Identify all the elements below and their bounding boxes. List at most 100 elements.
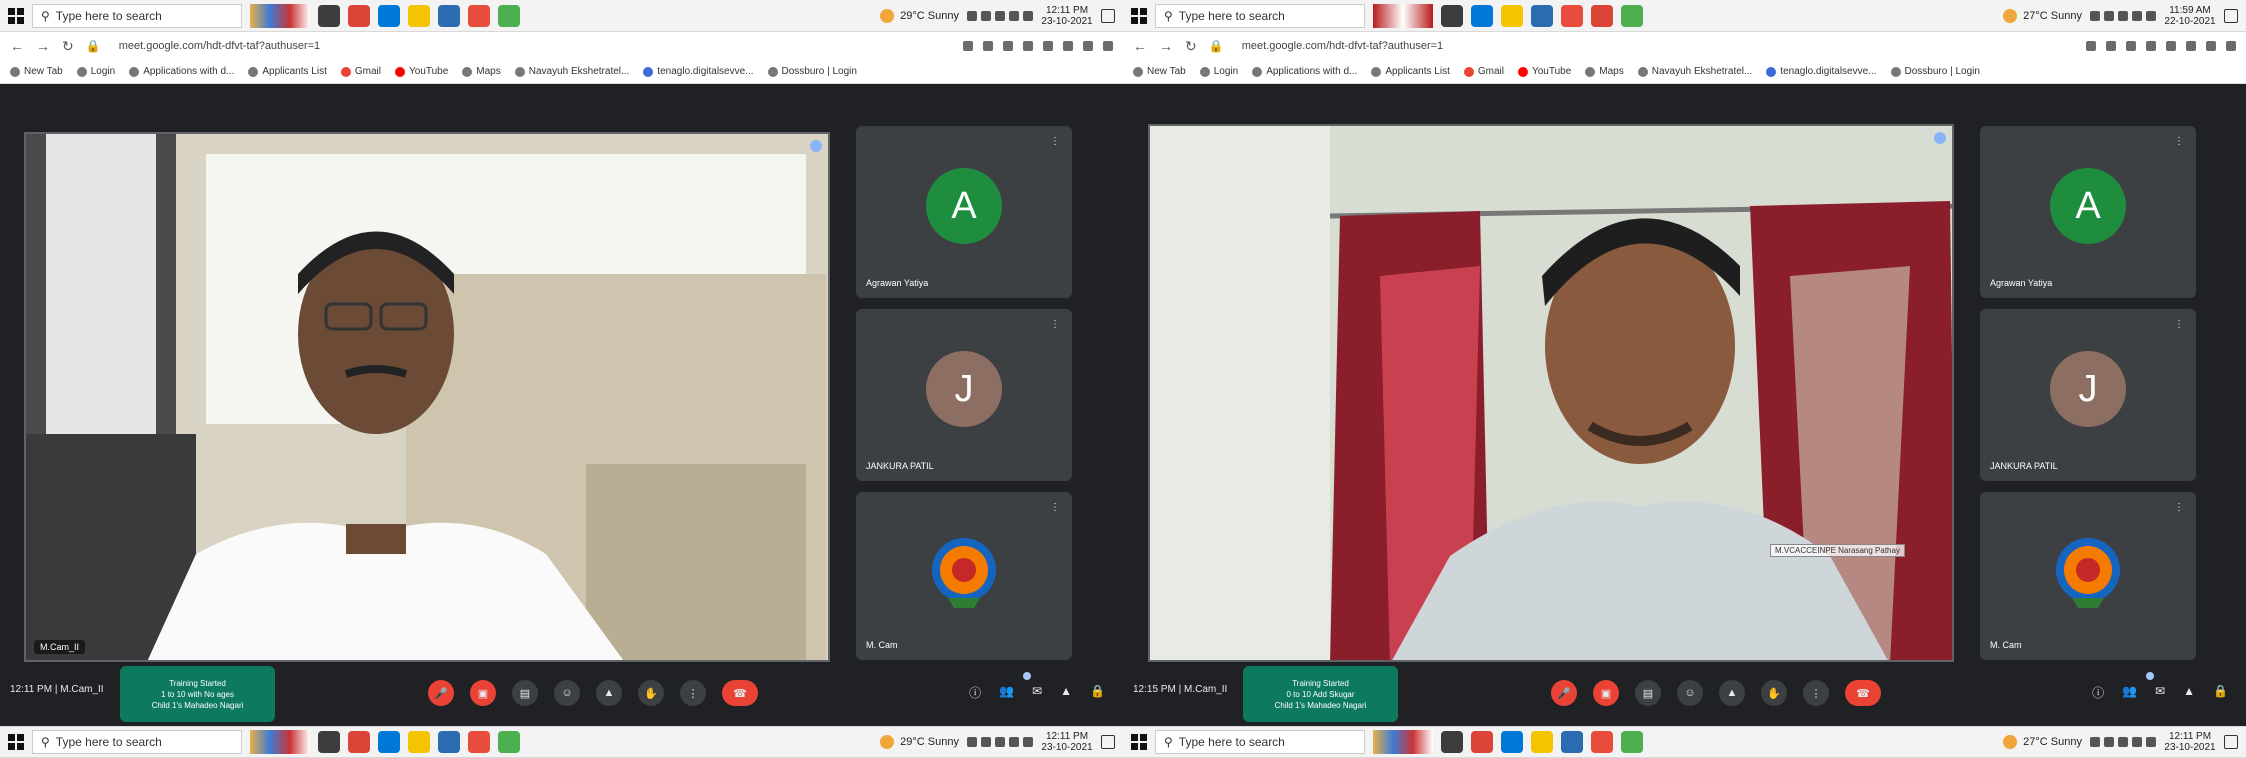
edge-icon[interactable] <box>1501 731 1523 753</box>
chrome-profile-icon[interactable] <box>498 731 520 753</box>
file-explorer-icon[interactable] <box>1531 731 1553 753</box>
edge-icon[interactable] <box>1471 4 1493 27</box>
forward-icon[interactable]: → <box>36 38 50 54</box>
bookmark-item[interactable]: Applications with d... <box>1252 66 1357 77</box>
bookmark-item[interactable]: Applications with d... <box>129 66 234 77</box>
raise-hand-button[interactable]: ✋ <box>1761 680 1787 706</box>
bookmark-item[interactable]: Applicants List <box>1371 66 1450 77</box>
windows-start-icon[interactable] <box>1131 734 1147 750</box>
activities-icon[interactable]: ▲ <box>2183 684 2195 701</box>
system-tray[interactable] <box>2090 737 2156 747</box>
chat-notification[interactable]: Training Started 0 to 10 Add Skugar Chil… <box>1243 666 1398 722</box>
notification-icon[interactable] <box>2224 735 2238 749</box>
bookmark-item[interactable]: tenaglo.digitalsevve... <box>1766 66 1877 77</box>
file-explorer-icon[interactable] <box>408 4 430 27</box>
clock[interactable]: 12:11 PM 23-10-2021 <box>1041 5 1093 27</box>
taskbar-search[interactable]: ⚲ Type here to search <box>1155 3 1365 28</box>
bookmark-item[interactable]: Navayuh Ekshetratel... <box>1637 66 1752 77</box>
more-options-icon[interactable]: ⋮ <box>2174 136 2184 147</box>
notification-icon[interactable] <box>1101 735 1115 749</box>
forward-icon[interactable]: → <box>1159 38 1173 54</box>
more-options-button[interactable]: ⋮ <box>680 680 706 706</box>
bookmark-item[interactable]: YouTube <box>1517 66 1571 77</box>
camera-off-button[interactable]: ▣ <box>1593 680 1619 706</box>
task-view-icon[interactable] <box>318 731 340 753</box>
extensions[interactable] <box>2086 41 2236 51</box>
chrome-icon[interactable] <box>1471 731 1493 753</box>
chrome-profile-icon[interactable] <box>1621 731 1643 753</box>
app-icon[interactable] <box>468 731 490 753</box>
windows-start-icon[interactable] <box>1131 7 1147 24</box>
more-options-icon[interactable]: ⋮ <box>1050 319 1060 330</box>
windows-start-icon[interactable] <box>8 734 24 750</box>
tile-options-icon[interactable] <box>810 140 822 152</box>
system-tray[interactable] <box>2090 10 2156 21</box>
store-icon[interactable] <box>438 731 460 753</box>
clock[interactable]: 12:11 PM 23-10-2021 <box>2164 731 2216 753</box>
reload-icon[interactable]: ↻ <box>1185 38 1197 55</box>
extensions[interactable] <box>963 41 1113 51</box>
edge-icon[interactable] <box>378 731 400 753</box>
bookmark-item[interactable]: Login <box>1199 66 1238 77</box>
people-icon[interactable]: 👥 <box>2122 684 2137 701</box>
app-icon[interactable] <box>1591 731 1613 753</box>
mic-off-button[interactable]: 🎤 <box>428 680 454 706</box>
more-options-icon[interactable]: ⋮ <box>1050 502 1060 513</box>
emoji-button[interactable]: ☺ <box>1677 680 1703 706</box>
chrome-icon[interactable] <box>348 731 370 753</box>
lock-icon[interactable]: 🔒 <box>2213 684 2228 701</box>
participant-tile[interactable]: ⋮ A Agrawan Yatiya <box>1980 126 2196 298</box>
present-button[interactable]: ▲ <box>1719 680 1745 706</box>
store-icon[interactable] <box>438 4 460 27</box>
emoji-button[interactable]: ☺ <box>554 680 580 706</box>
url-field[interactable]: meet.google.com/hdt-dfvt-taf?authuser=1 <box>1242 40 1443 52</box>
chrome-profile-icon[interactable] <box>1621 4 1643 27</box>
more-options-button[interactable]: ⋮ <box>1803 680 1829 706</box>
task-view-icon[interactable] <box>1441 731 1463 753</box>
bookmark-item[interactable]: YouTube <box>394 66 448 77</box>
bookmark-item[interactable]: New Tab <box>1133 66 1186 77</box>
windows-start-icon[interactable] <box>8 7 24 24</box>
chat-notification[interactable]: Training Started 1 to 10 with No ages Ch… <box>120 666 275 722</box>
system-tray[interactable] <box>967 10 1033 21</box>
url-field[interactable]: meet.google.com/hdt-dfvt-taf?authuser=1 <box>119 40 320 52</box>
mic-off-button[interactable]: 🎤 <box>1551 680 1577 706</box>
chrome-icon[interactable] <box>1591 4 1613 27</box>
back-icon[interactable]: ← <box>1133 38 1147 54</box>
file-explorer-icon[interactable] <box>1501 4 1523 27</box>
end-call-button[interactable]: ☎ <box>1845 680 1881 706</box>
clock[interactable]: 11:59 AM 22-10-2021 <box>2164 5 2216 27</box>
more-options-icon[interactable]: ⋮ <box>2174 319 2184 330</box>
chrome-icon[interactable] <box>348 4 370 27</box>
store-icon[interactable] <box>1561 731 1583 753</box>
edge-icon[interactable] <box>378 4 400 27</box>
chat-icon[interactable]: ✉ <box>2155 684 2165 701</box>
people-icon[interactable]: 👥 <box>999 684 1014 701</box>
bookmark-item[interactable]: Dossburo | Login <box>767 66 857 77</box>
more-options-icon[interactable]: ⋮ <box>2174 502 2184 513</box>
bookmark-item[interactable]: Applicants List <box>248 66 327 77</box>
participant-tile[interactable]: ⋮ M. Cam <box>856 492 1072 660</box>
task-view-icon[interactable] <box>318 4 340 27</box>
bookmark-item[interactable]: Gmail <box>340 66 381 77</box>
task-view-icon[interactable] <box>1441 4 1463 27</box>
bookmark-item[interactable]: Maps <box>1585 66 1624 77</box>
app-icon[interactable] <box>468 4 490 27</box>
participant-tile[interactable]: ⋮ J JANKURA PATIL <box>1980 309 2196 481</box>
captions-button[interactable]: ▤ <box>1635 680 1661 706</box>
chrome-profile-icon[interactable] <box>498 4 520 27</box>
bookmark-item[interactable]: Maps <box>462 66 501 77</box>
main-video-tile[interactable]: M.VCACCEINPE Narasang Pathay <box>1148 124 1954 662</box>
participant-tile[interactable]: ⋮ A Agrawan Yatiya <box>856 126 1072 298</box>
bookmark-item[interactable]: New Tab <box>10 66 63 77</box>
notification-icon[interactable] <box>1101 8 1115 23</box>
taskbar-search[interactable]: ⚲ Type here to search <box>32 730 242 754</box>
captions-button[interactable]: ▤ <box>512 680 538 706</box>
taskbar-search[interactable]: ⚲ Type here to search <box>32 3 242 28</box>
back-icon[interactable]: ← <box>10 38 24 54</box>
weather-widget[interactable]: 27°C Sunny <box>2003 8 2082 23</box>
weather-widget[interactable]: 29°C Sunny <box>880 735 959 749</box>
weather-widget[interactable]: 27°C Sunny <box>2003 735 2082 749</box>
clock[interactable]: 12:11 PM 23-10-2021 <box>1041 731 1093 753</box>
more-options-icon[interactable]: ⋮ <box>1050 136 1060 147</box>
